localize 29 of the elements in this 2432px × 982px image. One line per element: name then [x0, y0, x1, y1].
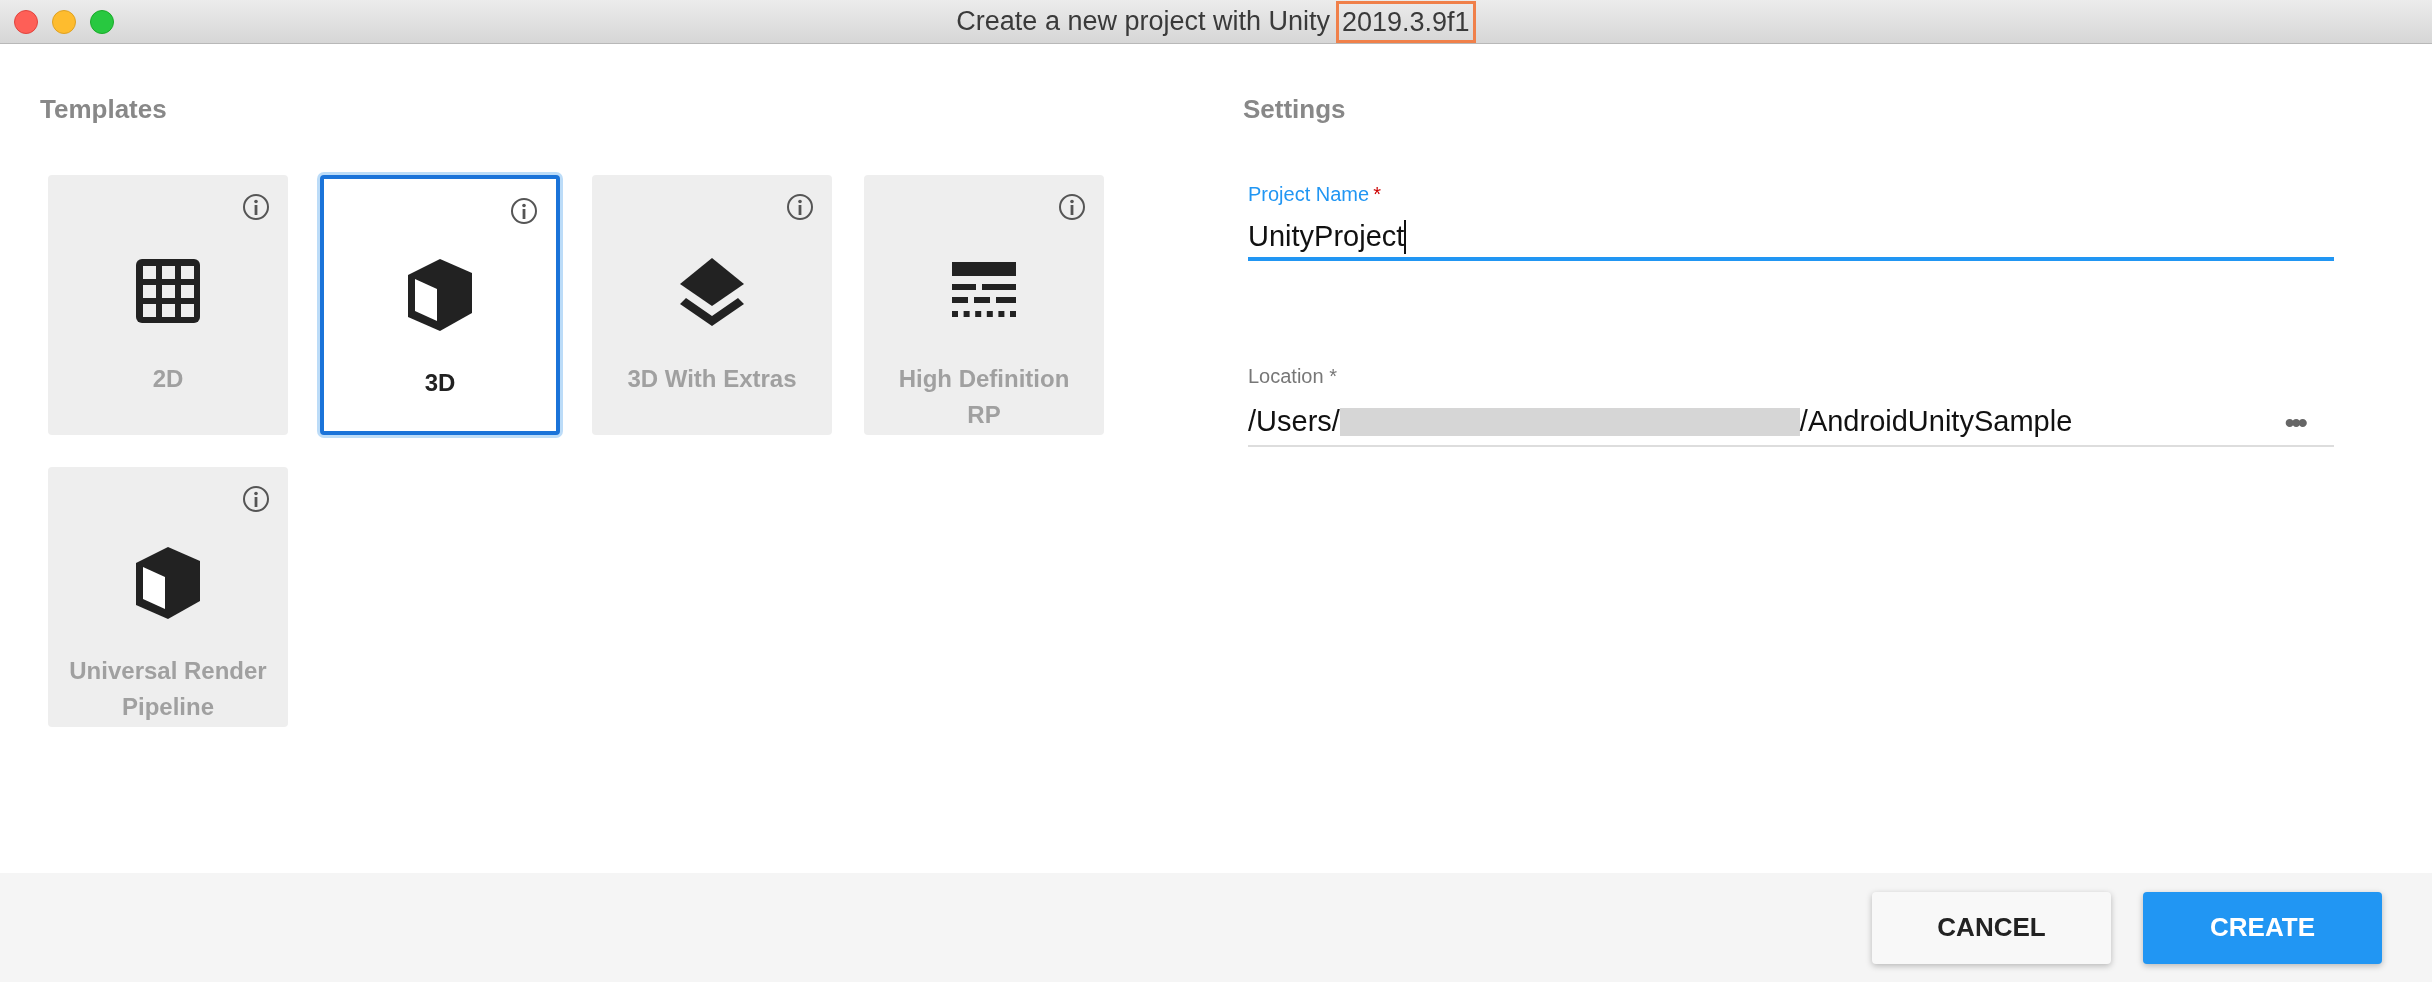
template-label: 3D — [423, 368, 457, 398]
template-label: 2D — [151, 364, 185, 394]
info-icon[interactable] — [510, 197, 538, 225]
field-value: UnityProject — [1248, 219, 1405, 255]
template-label: 3D With Extras — [626, 364, 798, 394]
field-value: /AndroidUnitySample — [1799, 404, 2073, 440]
template-label: High Definition RP — [897, 364, 1071, 430]
templates-heading: Templates — [40, 93, 168, 126]
info-icon[interactable] — [1058, 193, 1086, 221]
info-icon[interactable] — [242, 193, 270, 221]
project-name-field[interactable]: UnityProject — [1248, 217, 2334, 261]
cancel-button[interactable]: CANCEL — [1872, 891, 2111, 964]
settings-heading: Settings — [1243, 93, 1347, 126]
info-icon[interactable] — [242, 485, 270, 513]
version-label: 2019.3.9f1 — [1336, 0, 1476, 43]
text-cursor — [1404, 220, 1407, 254]
info-icon[interactable] — [786, 193, 814, 221]
create-button[interactable]: CREATE — [2143, 891, 2382, 964]
field-label: Project Name — [1248, 182, 1370, 207]
layers-icon — [678, 256, 746, 326]
location-field[interactable]: /Users/ /AndroidUnitySample ••• — [1248, 399, 2334, 447]
browse-button[interactable]: ••• — [2284, 399, 2334, 445]
template-label: Universal Render Pipeline — [68, 656, 268, 722]
field-label: Location * — [1248, 364, 1338, 389]
window-title: Create a new project with Unity — [956, 5, 1330, 39]
required-mark: * — [1373, 182, 1381, 207]
close-icon[interactable] — [14, 10, 38, 34]
template-card[interactable]: 3D — [320, 175, 560, 435]
field-value: /Users/ — [1248, 404, 1340, 440]
